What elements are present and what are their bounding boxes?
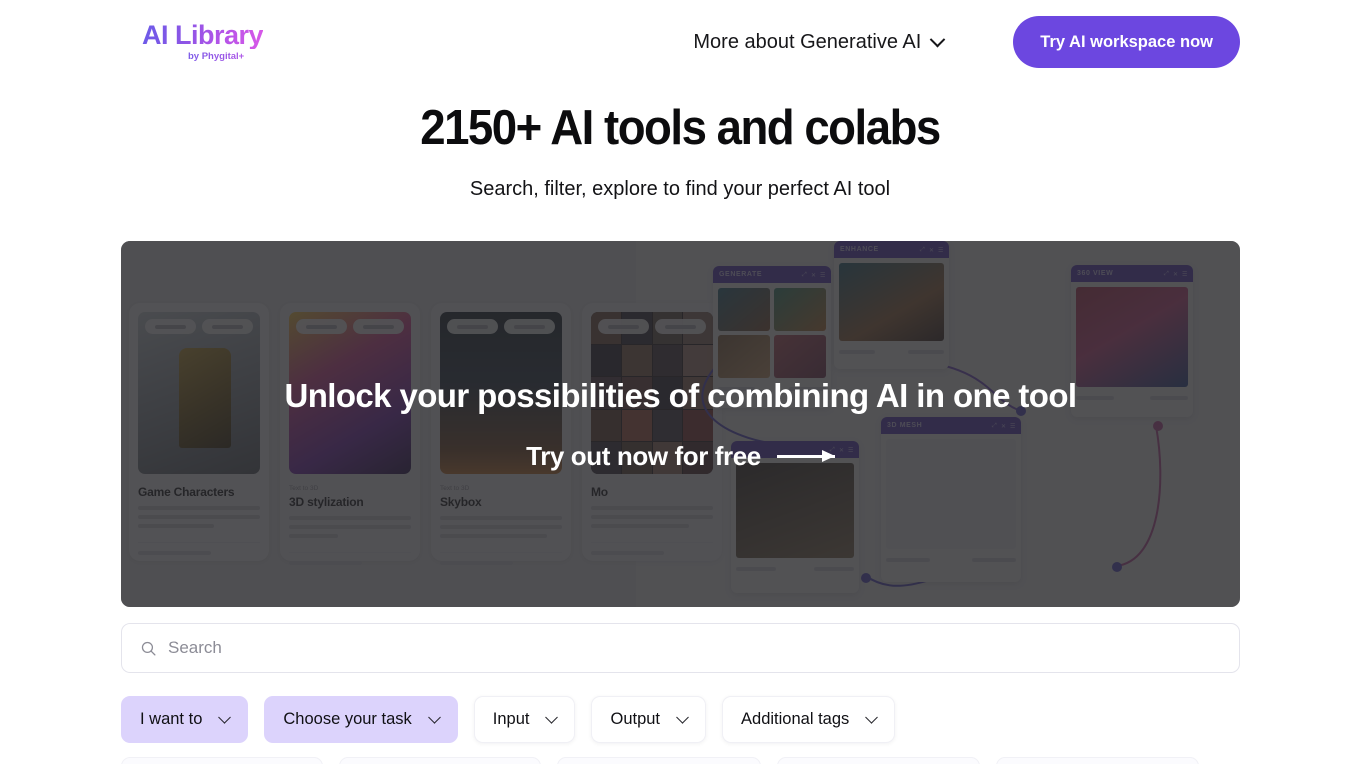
logo-title: AI Library xyxy=(142,20,264,51)
filter-label: Input xyxy=(492,710,530,728)
chevron-down-icon xyxy=(865,711,879,724)
banner-overlay-content: Unlock your possibilities of combining A… xyxy=(121,241,1240,607)
search-box[interactable] xyxy=(121,623,1240,673)
chevron-down-icon xyxy=(676,711,689,724)
hero-section: 2150+ AI tools and colabs Search, filter… xyxy=(0,84,1360,201)
filter-bar: I want to Choose your task Input Output … xyxy=(0,673,1360,743)
banner-headline: Unlock your possibilities of combining A… xyxy=(284,376,1077,414)
logo-subtitle: by Phygital+ xyxy=(188,52,263,62)
chevron-down-icon xyxy=(930,31,946,47)
result-card[interactable] xyxy=(121,757,323,764)
promo-banner[interactable]: Game Characters Text to 3D 3D stylizatio… xyxy=(121,241,1240,607)
filter-label: I want to xyxy=(140,710,203,728)
page-subtitle: Search, filter, explore to find your per… xyxy=(469,178,891,200)
filter-label: Output xyxy=(610,710,661,728)
chevron-down-icon xyxy=(218,711,232,724)
filter-label: Choose your task xyxy=(283,710,412,728)
arrow-right-icon xyxy=(776,449,835,462)
banner-cta[interactable]: Try out now for free xyxy=(526,441,835,472)
more-about-label: More about Generative AI xyxy=(693,30,922,53)
search-section xyxy=(0,607,1360,673)
filter-additional-tags[interactable]: Additional tags xyxy=(722,696,896,743)
filter-i-want-to[interactable]: I want to xyxy=(121,696,249,743)
chevron-down-icon xyxy=(427,711,441,724)
try-ai-workspace-button[interactable]: Try AI workspace now xyxy=(1013,16,1240,68)
page-header: AI Library by Phygital+ More about Gener… xyxy=(0,0,1360,84)
result-card[interactable] xyxy=(339,757,541,764)
filter-input[interactable]: Input xyxy=(473,696,576,743)
filter-label: Additional tags xyxy=(741,710,850,728)
search-input[interactable] xyxy=(168,638,1221,658)
search-icon xyxy=(141,641,156,656)
more-about-generative-ai-menu[interactable]: More about Generative AI xyxy=(693,30,946,54)
result-card[interactable] xyxy=(777,757,980,764)
result-card[interactable] xyxy=(996,757,1199,764)
chevron-down-icon xyxy=(545,711,559,724)
promo-banner-wrapper: Game Characters Text to 3D 3D stylizatio… xyxy=(0,201,1360,607)
filter-output[interactable]: Output xyxy=(591,696,707,743)
filter-choose-your-task[interactable]: Choose your task xyxy=(264,696,458,743)
banner-cta-label: Try out now for free xyxy=(526,440,761,471)
page-title: 2150+ AI tools and colabs xyxy=(420,101,941,155)
results-row-partial xyxy=(0,743,1360,764)
logo[interactable]: AI Library by Phygital+ xyxy=(142,20,264,62)
result-card[interactable] xyxy=(557,757,761,764)
